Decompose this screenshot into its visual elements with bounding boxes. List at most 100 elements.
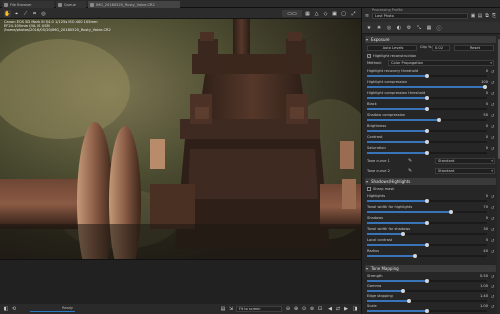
slider-handle[interactable]	[425, 95, 429, 100]
copy-profile-icon[interactable]: ⧉	[484, 13, 490, 19]
slider-track[interactable]	[367, 198, 487, 203]
zoom-select[interactable]: Fit to screen	[236, 306, 282, 312]
tab-editor[interactable]: IMG_20180520_Rusty_Valve.CR2	[88, 1, 180, 8]
shadows-highlights-section-header[interactable]: ▾ Shadows/Highlights	[365, 178, 496, 185]
reset-icon[interactable]: ↺	[490, 146, 495, 151]
slider-track[interactable]	[367, 220, 487, 225]
zoom-out-button[interactable]: ⊖	[285, 306, 291, 312]
slider-value[interactable]: 0	[486, 124, 488, 128]
slider-value[interactable]: 0	[486, 238, 488, 242]
slider-track[interactable]	[367, 84, 487, 89]
reset-icon[interactable]: ↺	[490, 216, 495, 221]
exposure-tab-icon[interactable]: ☀	[376, 25, 382, 31]
reset-icon[interactable]: ↺	[490, 294, 495, 299]
focus-mask-button[interactable]: ◇	[322, 10, 329, 17]
slider-value[interactable]: 0.50	[480, 274, 488, 278]
slider-track[interactable]	[367, 117, 487, 122]
slider-value[interactable]: 1.00	[480, 284, 488, 288]
prev-image-button[interactable]: ◀	[327, 306, 333, 312]
slider-track[interactable]	[367, 95, 487, 100]
slider-value[interactable]: 0	[486, 146, 488, 150]
reset-icon[interactable]: ↺	[490, 69, 495, 74]
detail-tab-icon[interactable]: ◎	[386, 25, 392, 31]
color-tab-icon[interactable]: ◐	[396, 25, 402, 31]
sharp-mask-checkbox[interactable]	[367, 187, 371, 191]
reset-icon[interactable]: ↺	[490, 205, 495, 210]
reset-icon[interactable]: ↺	[490, 91, 495, 96]
slider-value[interactable]: 70	[483, 205, 488, 209]
paste-profile-icon[interactable]: ⎘	[491, 13, 497, 19]
slider-value[interactable]: 0	[486, 102, 488, 106]
reset-icon[interactable]: ↺	[490, 274, 495, 279]
slider-handle[interactable]	[425, 73, 429, 78]
color-picker-button[interactable]: ◎	[40, 10, 47, 17]
slider-value[interactable]: 40	[483, 249, 488, 253]
highlight-reconstruction-row[interactable]: ✓ Highlight reconstruction	[365, 53, 496, 60]
sync-button[interactable]: ⇄	[335, 306, 341, 312]
metadata-tab-icon[interactable]: ⓘ	[436, 25, 442, 32]
slider-handle[interactable]	[425, 128, 429, 133]
new-window-button[interactable]: ⊡	[317, 306, 323, 312]
reset-icon[interactable]: ↺	[490, 227, 495, 232]
load-profile-icon[interactable]: ▣	[470, 13, 476, 19]
tone-curve-1-select[interactable]: Standard ▾	[435, 158, 495, 164]
reset-icon[interactable]: ↺	[490, 304, 495, 309]
reset-icon[interactable]: ↺	[490, 124, 495, 129]
save-profile-icon[interactable]: ▤	[477, 13, 483, 19]
tone-curve-2-select[interactable]: Standard ▾	[435, 168, 495, 174]
reset-icon[interactable]: ↺	[490, 80, 495, 85]
profile-menu-icon[interactable]: ≡	[364, 13, 370, 19]
slider-value[interactable]: 50	[483, 113, 488, 117]
crop-button[interactable]: ⌗	[31, 10, 38, 17]
tab-file-browser[interactable]: File Browser	[2, 1, 54, 8]
slider-value[interactable]: 1.40	[480, 294, 488, 298]
slider-track[interactable]	[367, 150, 487, 155]
straighten-button[interactable]: ⟋	[22, 10, 29, 17]
slider-handle[interactable]	[425, 278, 429, 283]
advanced-tab-icon[interactable]: ⚙	[406, 25, 412, 31]
slider-handle[interactable]	[401, 231, 405, 236]
slider-track[interactable]	[367, 288, 487, 293]
clip-shadows-button[interactable]: ▢	[340, 10, 347, 17]
reset-icon[interactable]: ↺	[490, 194, 495, 199]
slider-handle[interactable]	[425, 150, 429, 155]
slider-track[interactable]	[367, 106, 487, 111]
slider-track[interactable]	[367, 308, 487, 313]
edit-curve-icon[interactable]: ✎	[408, 158, 412, 164]
history-toggle-button[interactable]: ⟲	[11, 306, 17, 312]
slider-handle[interactable]	[482, 84, 487, 89]
slider-value[interactable]: 0	[486, 216, 488, 220]
slider-handle[interactable]	[437, 117, 441, 122]
white-balance-button[interactable]: ⌖	[13, 10, 20, 17]
slider-track[interactable]	[367, 209, 487, 214]
reset-icon[interactable]: ↺	[490, 113, 495, 118]
slider-handle[interactable]	[425, 198, 429, 203]
raw-tab-icon[interactable]: ▦	[426, 25, 432, 31]
slider-handle[interactable]	[401, 288, 405, 293]
slider-track[interactable]	[367, 298, 487, 303]
auto-levels-button[interactable]: Auto Levels	[367, 45, 417, 51]
image-viewer[interactable]: Canon EOS 5D Mark III f/4.0 1/125s ISO 4…	[0, 19, 361, 259]
slider-handle[interactable]	[425, 242, 429, 247]
transform-tab-icon[interactable]: ⤡	[416, 25, 422, 31]
hand-tool-button[interactable]: ✋	[4, 10, 11, 17]
slider-value[interactable]: 1.00	[480, 304, 488, 308]
slider-handle[interactable]	[425, 220, 429, 225]
slider-handle[interactable]	[449, 209, 453, 214]
reset-icon[interactable]: ↺	[490, 249, 495, 254]
next-image-button[interactable]: ▶	[343, 306, 349, 312]
slider-track[interactable]	[367, 253, 487, 258]
reset-icon[interactable]: ↺	[490, 284, 495, 289]
slider-handle[interactable]	[425, 139, 429, 144]
highlight-reconstruction-checkbox[interactable]: ✓	[367, 54, 371, 58]
preview-mode-button[interactable]: ▦	[304, 10, 311, 17]
slider-track[interactable]	[367, 128, 487, 133]
slider-value[interactable]: 100	[481, 80, 488, 84]
slider-value[interactable]: 0	[486, 135, 488, 139]
profile-select[interactable]: Last Photo	[372, 13, 468, 19]
edit-curve-icon[interactable]: ✎	[408, 168, 412, 174]
slider-value[interactable]: 0	[486, 91, 488, 95]
fullscreen-button[interactable]: ⤢	[350, 10, 357, 17]
clip-highlights-button[interactable]: ▣	[331, 10, 338, 17]
slider-track[interactable]	[367, 278, 487, 283]
